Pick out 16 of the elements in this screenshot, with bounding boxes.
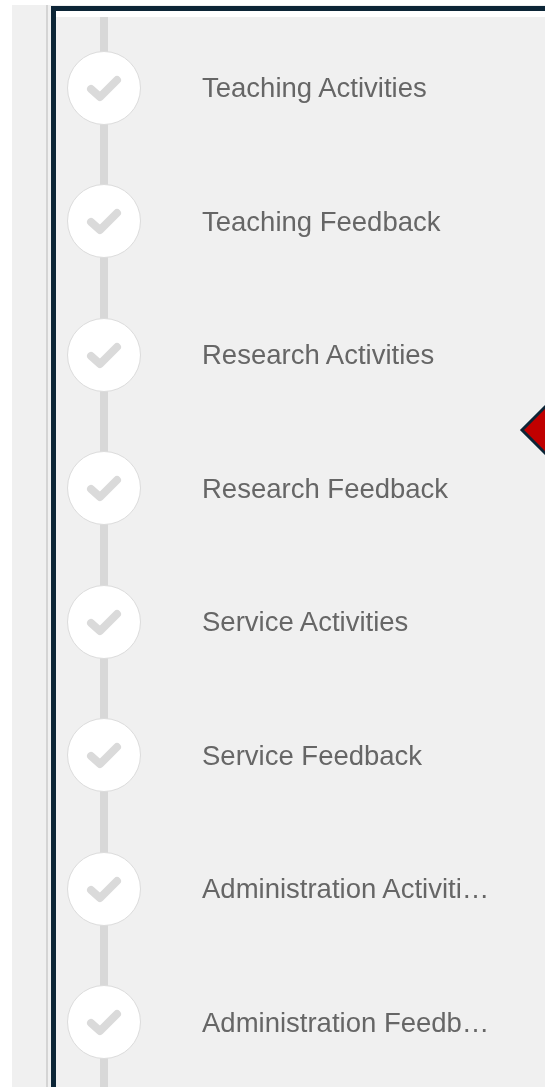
step-label[interactable]: Teaching Feedback: [202, 200, 441, 242]
step-label[interactable]: Service Activities: [202, 601, 409, 643]
step-label[interactable]: Administration Feedb…: [202, 1001, 490, 1043]
check-icon: [86, 874, 122, 903]
step-label[interactable]: Teaching Activities: [202, 67, 427, 109]
check-icon: [86, 73, 122, 102]
check-icon: [86, 474, 122, 503]
step-label[interactable]: Research Activities: [202, 334, 435, 376]
step-label[interactable]: Administration Activiti…: [202, 868, 490, 910]
check-icon: [86, 207, 122, 236]
step-label[interactable]: Service Feedback: [202, 734, 423, 776]
step-label[interactable]: Research Feedback: [202, 467, 449, 509]
check-icon: [86, 340, 122, 369]
check-icon: [86, 607, 122, 636]
check-icon: [86, 1008, 122, 1037]
check-icon: [86, 741, 122, 770]
